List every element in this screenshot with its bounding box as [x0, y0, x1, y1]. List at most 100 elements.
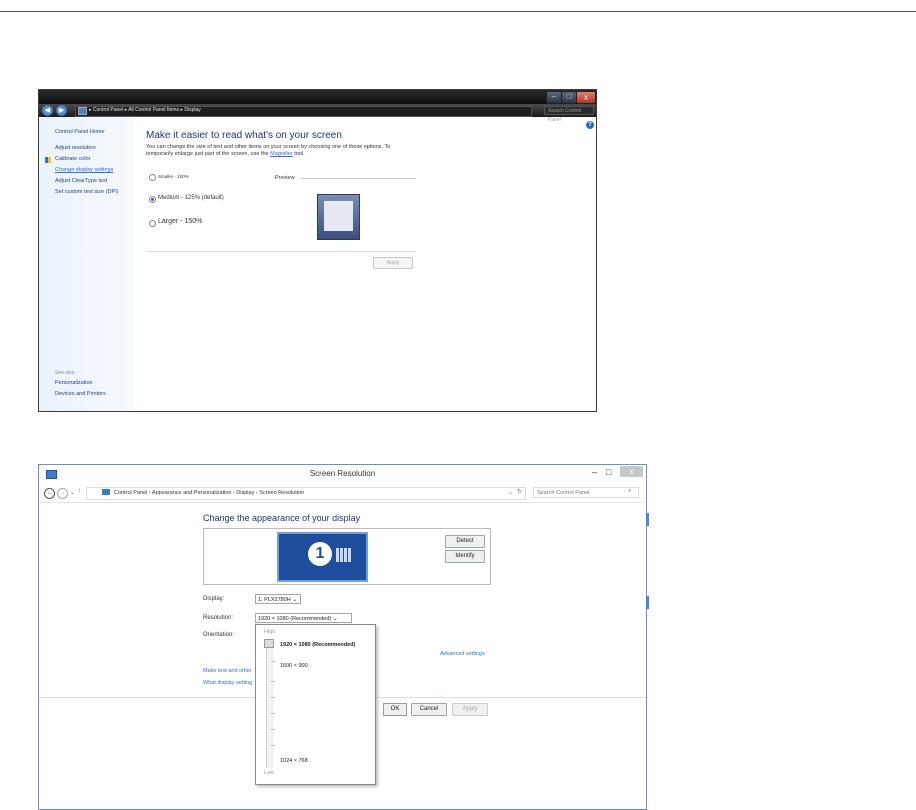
display-settings-help-link[interactable]: What display setting [203, 680, 252, 686]
side-edge-marker [646, 513, 649, 526]
back-button[interactable]: ← [44, 488, 55, 499]
resolution-option-1024[interactable]: 1024 × 768 [280, 758, 308, 764]
radio-larger[interactable] [149, 220, 156, 227]
radio-medium[interactable] [149, 196, 156, 203]
shield-icon [45, 157, 51, 163]
refresh-icon[interactable]: ↻ [517, 488, 522, 495]
display-select[interactable]: 1. PLX2780H ⌄ [255, 594, 301, 604]
address-dropdown-icon[interactable]: ⌄ [508, 489, 513, 496]
option-smaller-label: Smaller - 100% [158, 174, 189, 179]
breadcrumb[interactable]: Control Panel › Appearance and Personali… [114, 489, 304, 497]
sidebar-calibrate-color[interactable]: Calibrate color [55, 156, 90, 162]
breadcrumb-display[interactable]: Display [184, 107, 200, 113]
advanced-settings-link[interactable]: Advanced settings [440, 651, 485, 657]
ok-button[interactable]: OK [383, 703, 407, 716]
resolution-select[interactable]: 1920 × 1080 (Recommended) ⌄ [255, 613, 352, 623]
breadcrumb-control-panel[interactable]: Control Panel [93, 107, 123, 113]
start-tiles-icon [336, 548, 352, 562]
sidebar-custom-text-size[interactable]: Set custom text size (DPI) [55, 189, 119, 195]
resolution-value: 1920 × 1080 (Recommended) [258, 616, 332, 622]
description-tail: tool. [292, 151, 305, 157]
slider-tick [271, 697, 275, 698]
up-arrow-icon[interactable]: ↑ [78, 488, 81, 494]
maximize-button[interactable]: □ [606, 467, 611, 477]
low-label: Low [264, 770, 275, 776]
breadcrumb-all-items[interactable]: All Control Panel Items [128, 107, 179, 113]
apply-button[interactable]: Apply [452, 703, 488, 716]
preview-image [317, 194, 360, 240]
option-larger-label: Larger - 150% [158, 218, 203, 225]
cancel-button[interactable]: Cancel [411, 703, 447, 716]
back-arrow-icon: ← [46, 490, 53, 496]
chevron-down-icon: ⌄ [292, 597, 298, 603]
high-label: High [264, 629, 276, 635]
resolution-label: Resolution: [203, 615, 234, 621]
identify-button[interactable]: Identify [445, 550, 485, 563]
help-icon[interactable]: ? [586, 121, 594, 129]
screen-resolution-window-win8: Screen Resolution – □ x ← → ⌄ ↑ Control … [38, 464, 647, 810]
breadcrumb: ▸ Control Panel ▸ All Control Panel Item… [89, 106, 201, 115]
control-panel-icon [78, 107, 87, 115]
close-button[interactable]: x [620, 466, 643, 477]
magnifier-link[interactable]: Magnifier [270, 151, 293, 157]
back-button[interactable]: ◀ [42, 105, 53, 116]
preview-label: Preview [275, 175, 295, 181]
close-icon: x [584, 93, 588, 102]
search-input[interactable]: Search Control Panel [533, 487, 639, 498]
preview-rule [301, 178, 416, 179]
page-title: Make it easier to read what's on your sc… [146, 130, 342, 141]
sidebar-personalization[interactable]: Personalization [55, 380, 93, 386]
sidebar-change-display-settings[interactable]: Change display settings [55, 167, 113, 173]
monitor-number: 1 [308, 542, 332, 566]
search-input[interactable]: Search Control Panel [544, 106, 594, 123]
display-window-win7: – □ x ◀ ▶ ▸ Control Panel ▸ All Control … [38, 89, 597, 412]
recent-chevron-icon[interactable]: ⌄ [70, 489, 75, 496]
apply-button[interactable]: Apply [373, 257, 413, 269]
window-title: Screen Resolution [309, 469, 376, 478]
forward-arrow-icon: → [59, 490, 66, 496]
page-title: Change the appearance of your display [203, 513, 361, 523]
resolution-option-1600[interactable]: 1600 × 900 [280, 663, 308, 669]
close-button[interactable]: x [576, 91, 596, 104]
back-arrow-icon: ◀ [44, 107, 51, 114]
preview-window [324, 201, 353, 231]
search-icon[interactable]: ⌕ [628, 488, 631, 495]
forward-arrow-icon: ▶ [58, 107, 65, 114]
sidebar-adjust-cleartype[interactable]: Adjust ClearType text [55, 178, 107, 184]
page-top-rule [0, 11, 916, 12]
minimize-button[interactable]: – [546, 91, 562, 104]
description: You can change the size of text and othe… [146, 144, 416, 158]
resolution-slider-thumb[interactable] [264, 639, 274, 648]
chevron-down-icon: ⌄ [332, 616, 338, 622]
orientation-label: Orientation: [203, 632, 235, 638]
detect-button[interactable]: Detect [445, 535, 485, 548]
side-edge-marker [646, 596, 649, 609]
display-value: 1. PLX2780H [258, 597, 291, 603]
description-text: You can change the size of text and othe… [146, 144, 391, 157]
maximize-icon: □ [566, 92, 572, 101]
monitor-1-tile[interactable]: 1 [277, 532, 368, 582]
option-medium-label: Medium - 125% (default) [158, 195, 224, 201]
sidebar-devices-printers[interactable]: Devices and Printers [55, 391, 106, 397]
make-text-larger-link[interactable]: Make text and other [203, 668, 252, 674]
display-label: Display: [203, 596, 225, 602]
minimize-icon: – [551, 92, 557, 101]
forward-button[interactable]: → [57, 488, 68, 499]
slider-tick [271, 729, 275, 730]
radio-smaller[interactable] [149, 174, 156, 181]
minimize-button[interactable]: – [592, 467, 597, 477]
control-panel-icon [102, 489, 110, 495]
resolution-option-1920[interactable]: 1920 × 1080 (Recommended) [280, 642, 355, 648]
forward-button[interactable]: ▶ [56, 105, 67, 116]
maximize-button[interactable]: □ [561, 91, 577, 104]
slider-tick [271, 745, 275, 746]
title-bar [39, 90, 596, 104]
sidebar-adjust-resolution[interactable]: Adjust resolution [55, 145, 96, 151]
slider-tick [271, 681, 275, 682]
slider-tick [271, 713, 275, 714]
sidebar-control-panel-home[interactable]: Control Panel Home [55, 129, 105, 135]
separator [146, 251, 416, 252]
resolution-dropdown: High 1920 × 1080 (Recommended) 1600 × 90… [255, 624, 376, 785]
slider-tick [271, 661, 275, 662]
see-also-label: See also [55, 370, 75, 376]
